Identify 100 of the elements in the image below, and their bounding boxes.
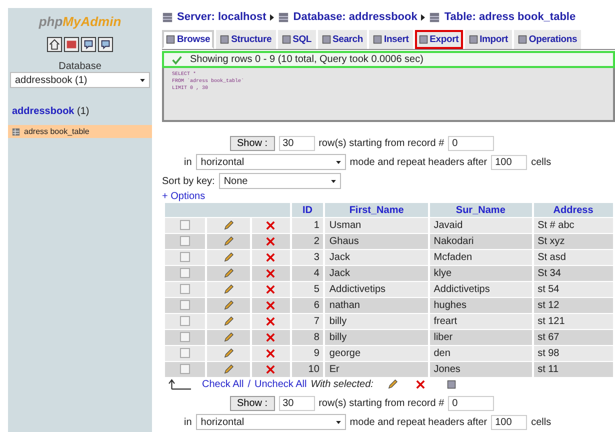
tab-icon <box>468 35 478 44</box>
row-checkbox[interactable] <box>180 284 190 294</box>
message-text: Showing rows 0 - 9 (10 total, Query took 0.0006 sec) <box>190 54 424 65</box>
start-record-input[interactable]: 0 <box>448 396 494 411</box>
pencil-icon[interactable] <box>222 268 234 279</box>
breadcrumb-link[interactable]: Table: adress book_table <box>444 11 576 23</box>
delete-icon[interactable] <box>266 236 276 246</box>
pencil-icon[interactable] <box>387 379 398 390</box>
table-cell: st 12 <box>534 298 613 313</box>
mode-select[interactable]: horizontal <box>196 414 346 430</box>
database-select[interactable]: addressbook (1) <box>10 72 150 88</box>
pencil-icon[interactable] <box>222 300 234 311</box>
table-cell: Jack <box>325 266 428 281</box>
in-label: in <box>184 416 192 428</box>
home-icon[interactable] <box>47 37 62 52</box>
rows-input[interactable]: 30 <box>278 396 315 411</box>
delete-icon[interactable] <box>266 220 276 230</box>
nav-label: row(s) starting from record # <box>318 138 444 149</box>
table-list-item[interactable]: adress book_table <box>8 125 152 138</box>
sort-label: Sort by key: <box>162 176 215 186</box>
table-cell: 3 <box>292 250 324 265</box>
export-icon[interactable] <box>447 380 456 389</box>
table-cell: St # abc <box>534 218 613 233</box>
show-button[interactable]: Show : <box>230 396 275 411</box>
tab-icon <box>220 35 230 44</box>
table-cell: St 34 <box>534 266 613 281</box>
delete-icon[interactable] <box>266 332 276 342</box>
breadcrumb-link[interactable]: Database: addressbook <box>293 11 418 23</box>
delete-icon[interactable] <box>416 380 426 389</box>
row-checkbox[interactable] <box>180 364 190 374</box>
tab-icon <box>373 35 382 44</box>
table-cell: St asd <box>534 250 613 265</box>
repeat-headers-input[interactable]: 100 <box>491 154 528 170</box>
table-cell: nathan <box>325 298 428 313</box>
repeat-headers-input[interactable]: 100 <box>491 414 528 430</box>
delete-icon[interactable] <box>266 252 276 262</box>
table-cell: st 11 <box>534 362 613 377</box>
uncheck-all-link[interactable]: Uncheck All <box>254 379 307 390</box>
table-cell: st 121 <box>534 314 613 329</box>
rows-input[interactable]: 30 <box>278 136 315 151</box>
tab[interactable]: Export <box>414 30 463 49</box>
check-all-link[interactable]: Check All <box>202 379 244 390</box>
logo: phpMyAdmin <box>38 14 122 29</box>
table-cell: liber <box>430 330 532 345</box>
table-cell: billy <box>325 330 428 345</box>
table-cell: george <box>325 346 428 361</box>
row-checkbox[interactable] <box>180 348 190 358</box>
mode-select[interactable]: horizontal <box>196 154 346 170</box>
pencil-icon[interactable] <box>222 284 234 295</box>
row-checkbox[interactable] <box>180 316 190 326</box>
column-header[interactable]: First_Name <box>325 203 428 217</box>
row-checkbox[interactable] <box>180 332 190 342</box>
tab[interactable]: Insert <box>369 30 413 49</box>
pencil-icon[interactable] <box>222 332 234 343</box>
table-cell: Addictivetips <box>325 282 428 297</box>
table-cell: 4 <box>292 266 324 281</box>
table-cell: Javaid <box>430 218 532 233</box>
row-checkbox[interactable] <box>180 252 190 262</box>
row-checkbox[interactable] <box>180 236 190 246</box>
with-selected-label: With selected: <box>310 379 374 390</box>
sort-select[interactable]: None <box>218 173 341 189</box>
delete-icon[interactable] <box>266 316 276 326</box>
tab[interactable]: Browse <box>162 30 214 49</box>
tab[interactable]: Import <box>464 30 512 49</box>
column-header[interactable]: Sur_Name <box>430 203 532 217</box>
column-header[interactable]: ID <box>292 203 324 217</box>
start-record-input[interactable]: 0 <box>448 136 494 151</box>
options-link[interactable]: + Options <box>162 191 615 202</box>
database-link[interactable]: addressbook <box>12 106 74 117</box>
show-button[interactable]: Show : <box>230 136 275 151</box>
row-checkbox[interactable] <box>180 220 190 230</box>
checkmark-icon <box>172 54 182 64</box>
table-cell: 1 <box>292 218 324 233</box>
delete-icon[interactable] <box>266 268 276 278</box>
pencil-icon[interactable] <box>222 348 234 359</box>
tab[interactable]: SQL <box>278 30 316 49</box>
delete-icon[interactable] <box>266 364 276 374</box>
row-checkbox[interactable] <box>180 268 190 278</box>
database-icon <box>278 12 290 22</box>
breadcrumb-link[interactable]: Server: localhost <box>177 11 266 23</box>
tab[interactable]: Search <box>318 30 367 49</box>
caret-icon <box>336 160 341 164</box>
pencil-icon[interactable] <box>222 252 234 263</box>
column-header[interactable]: Address <box>534 203 613 217</box>
delete-icon[interactable] <box>266 300 276 310</box>
tab[interactable]: Structure <box>216 30 276 49</box>
table-cell: 2 <box>292 234 324 249</box>
row-checkbox[interactable] <box>180 300 190 310</box>
pencil-icon[interactable] <box>222 220 234 231</box>
table-cell: 7 <box>292 314 324 329</box>
table-cell: Addictivetips <box>430 282 532 297</box>
pencil-icon[interactable] <box>222 316 234 327</box>
pencil-icon[interactable] <box>222 236 234 247</box>
tab[interactable]: Operations <box>514 30 582 49</box>
pencil-icon[interactable] <box>222 364 234 375</box>
table-cell: Er <box>325 362 428 377</box>
delete-icon[interactable] <box>266 348 276 358</box>
delete-icon[interactable] <box>266 284 276 294</box>
table-icon <box>12 128 20 136</box>
table-cell: Jones <box>430 362 532 377</box>
